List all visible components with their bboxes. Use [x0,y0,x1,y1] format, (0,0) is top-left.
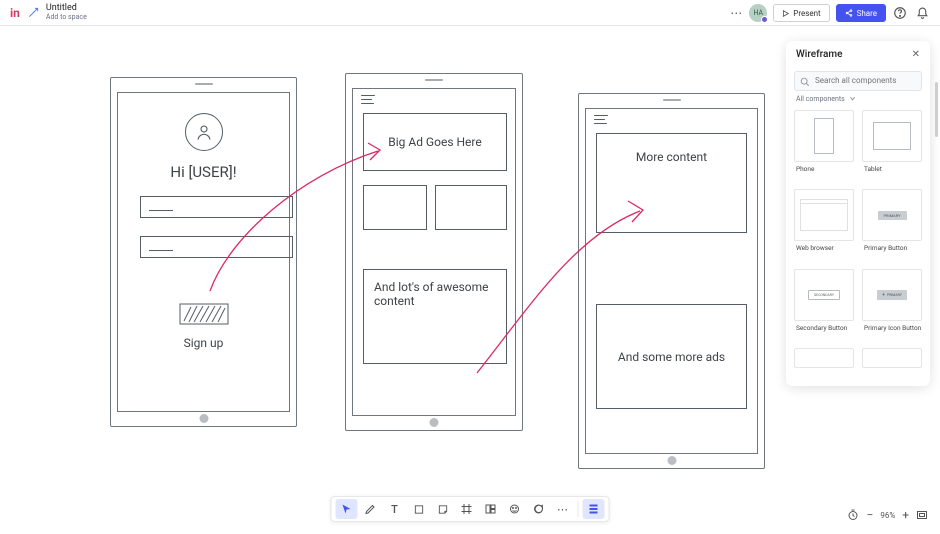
sticky-tool[interactable] [432,499,454,519]
user-avatar[interactable]: HA [749,4,767,22]
component-label: Secondary Button [794,324,854,332]
component-primary-button[interactable]: PRIMARY Primary Button [858,187,926,267]
comment-tool[interactable] [528,499,550,519]
component-label: Primary Button [862,244,922,252]
phone-screen: Hi [USER]! Sign up [117,92,290,412]
home-button [667,456,676,465]
filter-dropdown[interactable]: All components [786,95,930,108]
component-label: Web browser [794,244,854,252]
wireframe-phone-2[interactable]: Big Ad Goes Here And lot's of awesome co… [345,73,523,431]
wireframe-phone-1[interactable]: Hi [USER]! Sign up [110,77,297,427]
component-label: Primary Icon Button [862,324,922,332]
panel-search[interactable] [794,68,922,91]
zoom-in-icon[interactable]: + [902,508,909,522]
content-box-small-2 [435,185,507,230]
bell-icon[interactable] [914,5,930,21]
pencil-tool[interactable] [360,499,382,519]
present-label: Present [793,9,820,18]
component-primary-icon-button[interactable]: +PRIMARY Primary Icon Button [858,267,926,347]
frame-tool[interactable] [456,499,478,519]
component-tablet[interactable]: Tablet [858,108,926,188]
zoom-value[interactable]: 96% [880,511,895,520]
phone-speaker [425,79,443,81]
phone-speaker [195,83,213,85]
timer-icon[interactable] [847,509,859,521]
stamp-tool[interactable] [504,499,526,519]
more-tools[interactable]: ⋯ [552,499,574,519]
scrollbar[interactable] [935,82,938,137]
content-label: And lot's of awesome content [364,270,506,318]
share-button[interactable]: Share [836,4,886,22]
component-label: Phone [794,165,854,173]
hamburger-icon [361,95,375,105]
template-tool[interactable] [480,499,502,519]
zoom-out-icon[interactable]: − [866,508,873,522]
component-phone[interactable]: Phone [790,108,858,188]
share-label: Share [857,9,877,18]
hamburger-icon [594,115,608,125]
more-content-box: More content [596,133,747,233]
fit-icon[interactable] [916,509,928,521]
more-icon[interactable]: ⋯ [730,6,743,20]
content-box-large: And lot's of awesome content [363,269,507,364]
ad-box: Big Ad Goes Here [363,113,507,171]
components-panel[interactable]: Wireframe ✕ All components Phone Tablet [786,41,930,386]
doc-title-block[interactable]: Untitled Add to space [46,4,87,21]
content-box-small-1 [363,185,427,230]
component-secondary-button[interactable]: SECONDARY Secondary Button [790,267,858,347]
home-button [430,418,439,427]
component-web-browser[interactable]: Web browser [790,187,858,267]
more-content-label: More content [597,134,746,174]
ad-label: Big Ad Goes Here [388,135,481,149]
components-tool[interactable] [583,499,605,519]
present-button[interactable]: Present [773,4,829,22]
help-icon[interactable] [892,5,908,21]
phone-screen: More content And some more ads [585,108,758,454]
app-logo[interactable]: in [10,6,20,20]
component-extra-1[interactable] [790,346,858,386]
signup-label: Sign up [118,336,289,350]
doc-icon [28,7,40,19]
text-tool[interactable]: T [384,499,406,519]
more-ads-box: And some more ads [596,304,747,409]
search-icon [800,72,810,91]
select-tool[interactable] [336,499,358,519]
input-field-1 [140,196,293,218]
component-extra-2[interactable] [858,346,926,386]
doc-title: Untitled [46,4,87,13]
close-icon[interactable]: ✕ [912,49,920,60]
wireframe-phone-3[interactable]: More content And some more ads [578,93,765,469]
bottom-toolbar[interactable]: T ⋯ [331,496,610,522]
panel-title: Wireframe [796,49,843,60]
canvas[interactable]: Hi [USER]! Sign up Big Ad Goes Here And … [0,26,940,534]
rectangle-tool[interactable] [408,499,430,519]
chevron-down-icon [849,95,856,102]
filter-label: All components [796,95,845,103]
divider [578,501,579,517]
search-input[interactable] [794,71,922,91]
phone-screen: Big Ad Goes Here And lot's of awesome co… [352,88,516,416]
doc-subtitle[interactable]: Add to space [46,14,87,21]
input-field-2 [140,236,293,258]
greeting-text: Hi [USER]! [118,163,289,181]
component-label: Tablet [862,165,922,173]
user-avatar-placeholder [185,113,223,151]
more-ads-label: And some more ads [618,350,725,364]
signup-button-sketch [179,303,229,329]
phone-speaker [663,99,681,101]
zoom-controls[interactable]: − 96% + [847,508,928,522]
home-button [199,414,208,423]
